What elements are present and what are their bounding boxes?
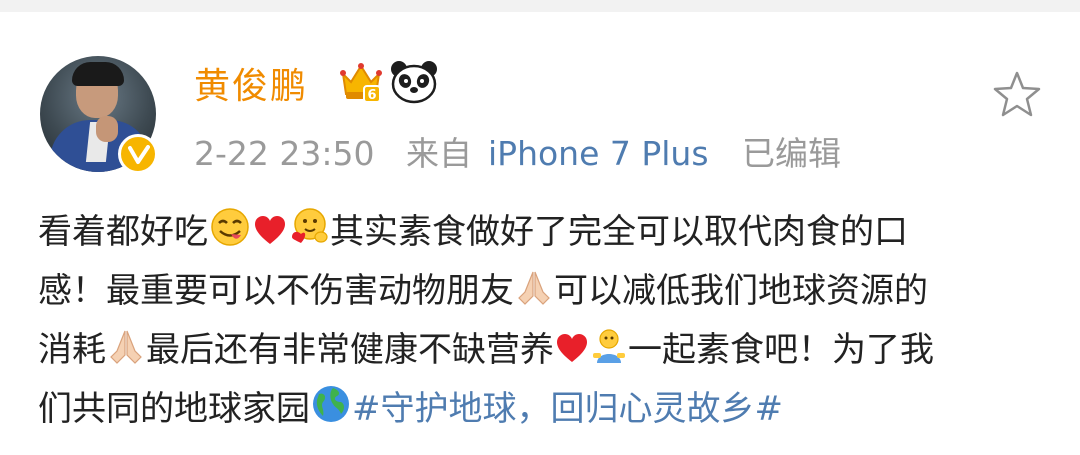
globe-icon <box>311 384 351 443</box>
text-segment: 消耗 <box>38 330 106 370</box>
red-heart-icon <box>253 207 287 266</box>
svg-text:6: 6 <box>367 88 376 103</box>
post-content: 看着都好吃 其实素食做好了完全可以取代肉食的口 感！最重要可以不伤害动物朋友 可以减… <box>38 203 1048 439</box>
praying-hands-icon <box>107 325 145 384</box>
content-line: 看着都好吃 其实素食做好了完全可以取代肉食的口 <box>38 203 1048 262</box>
text-segment: 看着都好吃 <box>38 212 208 252</box>
content-line: 们共同的地球家园 #守护地球，回归心灵故乡# <box>38 380 1048 439</box>
verified-v-badge-icon <box>118 134 158 174</box>
panda-icon[interactable] <box>390 60 438 108</box>
person-icon <box>591 325 627 384</box>
content-line: 感！最重要可以不伤害动物朋友 可以减低我们地球资源的 <box>38 262 1048 321</box>
red-heart-icon <box>555 325 589 384</box>
text-segment: 感！最重要可以不伤害动物朋友 <box>38 271 514 311</box>
edited-label[interactable]: 已编辑 <box>742 130 841 178</box>
from-label: 来自 <box>406 134 472 173</box>
yum-face-icon <box>209 207 251 266</box>
device-link[interactable]: iPhone 7 Plus <box>488 130 709 178</box>
text-segment: 最后还有非常健康不缺营养 <box>146 330 554 370</box>
post-time: 2-22 23:50 <box>194 134 375 173</box>
topic-hashtag-link[interactable]: #守护地球，回归心灵故乡# <box>352 389 783 429</box>
top-divider-bar <box>0 0 1080 12</box>
hug-face-icon <box>289 207 329 266</box>
praying-hands-icon <box>515 266 553 325</box>
text-segment: 其实素食做好了完全可以取代肉食的口 <box>330 212 908 252</box>
text-segment: 们共同的地球家园 <box>38 389 310 429</box>
content-line: 消耗 最后还有非常健康不缺营养 一起素食吧！为了我 <box>38 321 1048 380</box>
author-name[interactable]: 黄俊鹏 <box>194 60 308 114</box>
text-segment: 一起素食吧！为了我 <box>628 330 934 370</box>
member-crown-icon[interactable]: 6 <box>340 60 382 108</box>
text-segment: 可以减低我们地球资源的 <box>554 271 928 311</box>
star-outline-icon[interactable] <box>992 70 1042 122</box>
